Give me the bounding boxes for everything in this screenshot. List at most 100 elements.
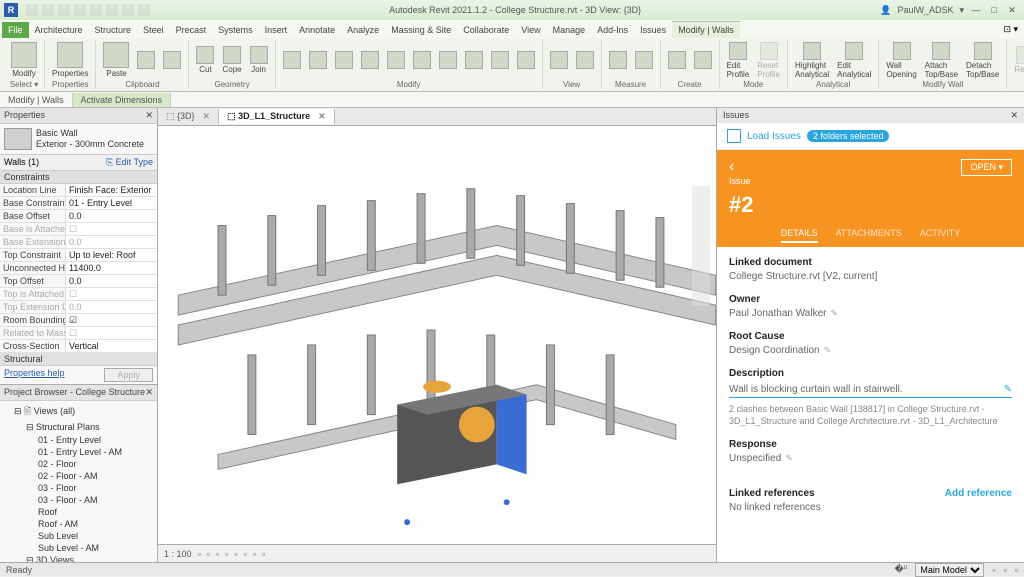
ribbon-button[interactable] [134,50,158,70]
ribbon-button[interactable]: Edit Profile [724,41,753,80]
ribbon-button[interactable] [488,50,512,70]
ribbon-button[interactable] [462,50,486,70]
ribbon-tab[interactable]: Massing & Site [385,22,457,38]
ribbon-button[interactable] [606,50,630,70]
back-button[interactable]: ‹ [729,158,734,176]
ribbon-button[interactable] [632,50,656,70]
qat-item[interactable] [74,4,86,16]
ribbon-button[interactable]: Paste [100,41,132,79]
ribbon-button[interactable]: Modify [8,41,40,79]
browser-node[interactable]: 01 - Entry Level [2,434,155,446]
ribbon-tab[interactable]: Analyze [341,22,385,38]
browser-node[interactable]: Sub Level - AM [2,542,155,554]
browser-node[interactable]: Roof [2,506,155,518]
ribbon-button[interactable]: Edit Analytical [834,41,874,80]
view-control-icon[interactable]: ▫ [234,549,237,559]
property-row[interactable]: Base Extension Distan…0.0 [0,236,157,249]
model-canvas[interactable] [158,126,716,544]
ribbon-tab[interactable]: View [515,22,546,38]
root-cause-value[interactable]: Design Coordination✎ [729,345,1012,356]
ribbon-tab[interactable]: Structure [89,22,138,38]
issue-tab[interactable]: ACTIVITY [920,228,961,243]
ribbon-button[interactable] [436,50,460,70]
ribbon-tab[interactable]: File [2,22,29,38]
browser-node[interactable]: Sub Level [2,530,155,542]
ribbon-button[interactable] [306,50,330,70]
activate-dimensions-button[interactable]: Activate Dimensions [73,93,172,107]
edit-icon[interactable]: ✎ [785,453,793,463]
minimize-button[interactable]: — [968,5,984,16]
qat-item[interactable] [90,4,102,16]
ribbon-button[interactable] [160,50,184,70]
close-tab-icon[interactable]: ✕ [203,111,211,122]
ribbon-button[interactable]: Join [247,45,271,75]
ribbon-button[interactable]: Cut [193,45,217,75]
ribbon-button[interactable] [691,50,715,70]
issue-tab[interactable]: ATTACHMENTS [836,228,902,243]
viewport-3d[interactable] [158,126,716,544]
response-value[interactable]: Unspecified✎ [729,453,1012,464]
qat-item[interactable] [58,4,70,16]
ribbon-tab[interactable]: Modify | Walls [672,21,740,38]
param-group-structural[interactable]: Structural [0,353,157,366]
ribbon-button[interactable]: Cope [219,45,244,75]
browser-node[interactable]: 03 - Floor - AM [2,494,155,506]
close-button[interactable]: ✕ [1004,5,1020,16]
close-icon[interactable]: ✕ [145,110,153,121]
ribbon-button[interactable]: Detach Top/Base [963,41,1002,80]
ribbon-tab[interactable]: Steel [137,22,170,38]
ribbon-button[interactable]: Wall Opening [883,41,919,80]
qat-item[interactable] [42,4,54,16]
property-row[interactable]: Base is Attached☐ [0,223,157,236]
load-issues-bar[interactable]: Load Issues 2 folders selected [717,123,1024,150]
property-row[interactable]: Location LineFinish Face: Exterior [0,184,157,197]
qat-item[interactable] [106,4,118,16]
view-control-icon[interactable]: ▫ [216,549,219,559]
view-control-icon[interactable]: ▫ [207,549,210,559]
browser-tree[interactable]: ⊟ 🖹 Views (all)⊟ Structural Plans01 - En… [0,401,157,562]
qat-item[interactable] [122,4,134,16]
ribbon-button[interactable]: Attach Top/Base [922,41,961,80]
ribbon-button[interactable] [410,50,434,70]
scale-display[interactable]: 1 : 100 [164,549,192,559]
close-tab-icon[interactable]: ✕ [318,111,326,122]
ribbon-tab[interactable]: Insert [259,22,294,38]
add-reference-button[interactable]: Add reference [945,488,1012,499]
selected-wall[interactable] [397,381,526,485]
view-control-icon[interactable]: ▫ [225,549,228,559]
ribbon-tab[interactable]: Collaborate [457,22,515,38]
ribbon-button[interactable] [665,50,689,70]
ribbon-tab[interactable]: Issues [634,22,672,38]
ribbon-button[interactable]: Properties [49,41,91,79]
model-selector[interactable]: Main Model [915,563,984,577]
property-row[interactable]: Top is Attached☐ [0,288,157,301]
edit-icon[interactable]: ✎ [824,345,832,355]
qat-item[interactable] [26,4,38,16]
ribbon-button[interactable]: Highlight Analytical [792,41,832,80]
view-tab[interactable]: ⬚ 3D_L1_Structure✕ [219,109,335,124]
browser-node[interactable]: 03 - Floor [2,482,155,494]
property-row[interactable]: Top Offset0.0 [0,275,157,288]
view-control-bar[interactable]: 1 : 100 ▫▫▫▫▫▫▫▫ [158,544,716,562]
status-icon[interactable]: ▫ [1004,565,1007,575]
close-icon[interactable]: ✕ [145,387,153,398]
browser-node[interactable]: 02 - Floor - AM [2,470,155,482]
browser-node[interactable]: 02 - Floor [2,458,155,470]
ribbon-button[interactable] [384,50,408,70]
property-row[interactable]: Top ConstraintUp to level: Roof [0,249,157,262]
property-row[interactable]: Top Extension Distance0.0 [0,301,157,314]
view-control-icon[interactable]: ▫ [198,549,201,559]
ribbon-tab[interactable]: Systems [212,22,259,38]
status-icon[interactable]: ▫ [992,565,995,575]
status-icon[interactable]: ▫ [1015,565,1018,575]
view-control-icon[interactable]: ▫ [244,549,247,559]
description-input[interactable] [729,384,1004,395]
properties-help-link[interactable]: Properties help [4,368,65,382]
user-section[interactable]: 👤 PaulW_ADSK ▾ [880,5,964,16]
property-row[interactable]: Base Offset0.0 [0,210,157,223]
browser-node[interactable]: 01 - Entry Level - AM [2,446,155,458]
instance-filter[interactable]: Walls (1) [4,157,39,168]
browser-node[interactable]: ⊟ 🖹 Views (all) [2,403,155,421]
description-field[interactable]: ✎ [729,382,1012,398]
ribbon-tab[interactable]: Add-Ins [591,22,634,38]
